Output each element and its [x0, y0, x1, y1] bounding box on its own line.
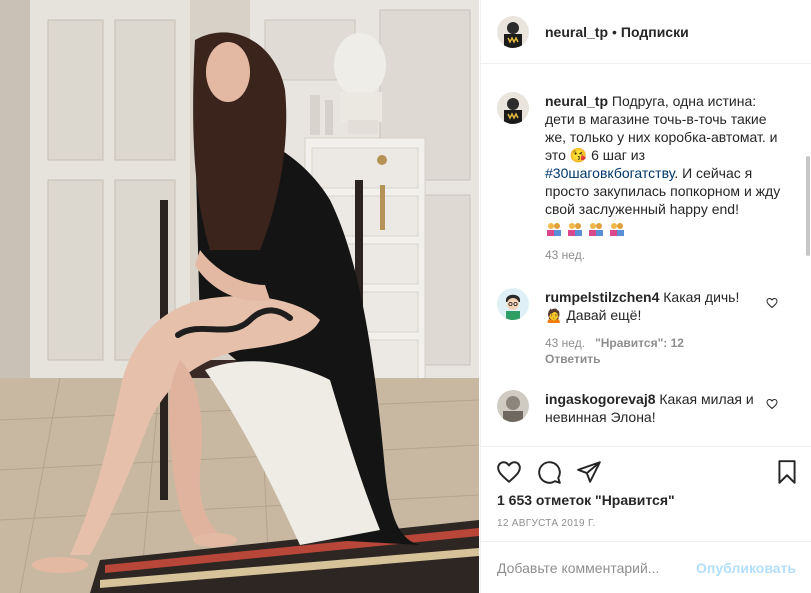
following-button[interactable]: Подписки [621, 24, 689, 40]
face-kiss-emoji-icon: 😘 [569, 147, 588, 163]
caption-username[interactable]: neural_tp [545, 93, 608, 109]
comment-item: rumpelstilzchen4 Какая дичь! 🙍 Давай ещё… [497, 288, 787, 366]
people-emoji-icon [608, 222, 626, 236]
post-comment-button[interactable]: Опубликовать [696, 560, 796, 576]
comment-meta: 43 нед. "Нравится": 12 Ответить [545, 336, 785, 366]
comment-input[interactable] [497, 559, 697, 576]
likes-count[interactable]: 1 653 отметок "Нравится" [497, 492, 675, 508]
comment-text: Какая дичь! [663, 289, 740, 305]
caption-age[interactable]: 43 нед. [545, 248, 785, 262]
header-separator: • [612, 23, 617, 40]
like-heart-icon[interactable] [496, 459, 522, 485]
comment-age[interactable]: 43 нед. [545, 336, 585, 350]
commenter-avatar[interactable] [497, 288, 529, 320]
reply-button[interactable]: Ответить [545, 352, 785, 366]
post-photo-illustration [0, 0, 479, 593]
author-avatar[interactable] [497, 15, 529, 48]
author-username[interactable]: neural_tp [545, 24, 608, 40]
comments-list[interactable]: neural_tp Подруга, одна истина: дети в м… [481, 64, 811, 446]
post-header: neural_tp • Подписки [481, 0, 811, 64]
add-comment-bar: Опубликовать [481, 541, 811, 593]
caption-avatar[interactable] [497, 92, 529, 124]
comment-text-2: Давай ещё! [566, 307, 642, 323]
post-side-panel: neural_tp • Подписки neural_tp Подруга, … [480, 0, 811, 593]
post-date[interactable]: 12 АВГУСТА 2019 Г. [497, 518, 596, 529]
scrollbar[interactable] [806, 156, 810, 256]
comment-bubble-icon[interactable] [536, 459, 562, 485]
caption-text: neural_tp Подруга, одна истина: дети в м… [545, 92, 785, 218]
comment-username[interactable]: ingaskogorevaj8 [545, 391, 656, 407]
people-emoji-icon [566, 222, 584, 236]
comment-like-heart-icon[interactable] [766, 398, 778, 410]
comment-username[interactable]: rumpelstilzchen4 [545, 289, 659, 305]
people-emoji-icon [545, 222, 563, 236]
caption-text-mid: 6 шаг из [591, 147, 646, 163]
share-paper-plane-icon[interactable] [576, 459, 602, 485]
woman-emoji-icon: 🙍 [545, 307, 563, 323]
emoji-row [545, 222, 785, 236]
comment-likes[interactable]: "Нравится": 12 [595, 336, 684, 350]
post-photo[interactable] [0, 0, 479, 593]
comment-like-heart-icon[interactable] [766, 297, 778, 309]
people-emoji-icon [587, 222, 605, 236]
action-bar [481, 446, 811, 498]
commenter-avatar[interactable] [497, 390, 529, 422]
caption-body: neural_tp Подруга, одна истина: дети в м… [545, 92, 785, 262]
hashtag-link[interactable]: #30шаговкбогатству [545, 165, 674, 181]
bookmark-icon[interactable] [774, 459, 800, 485]
comment-body: rumpelstilzchen4 Какая дичь! 🙍 Давай ещё… [545, 288, 785, 366]
comment-item: ingaskogorevaj8 Какая милая и невинная Э… [497, 390, 787, 426]
caption: neural_tp Подруга, одна истина: дети в м… [497, 92, 787, 262]
comment-body: ingaskogorevaj8 Какая милая и невинная Э… [545, 390, 785, 426]
